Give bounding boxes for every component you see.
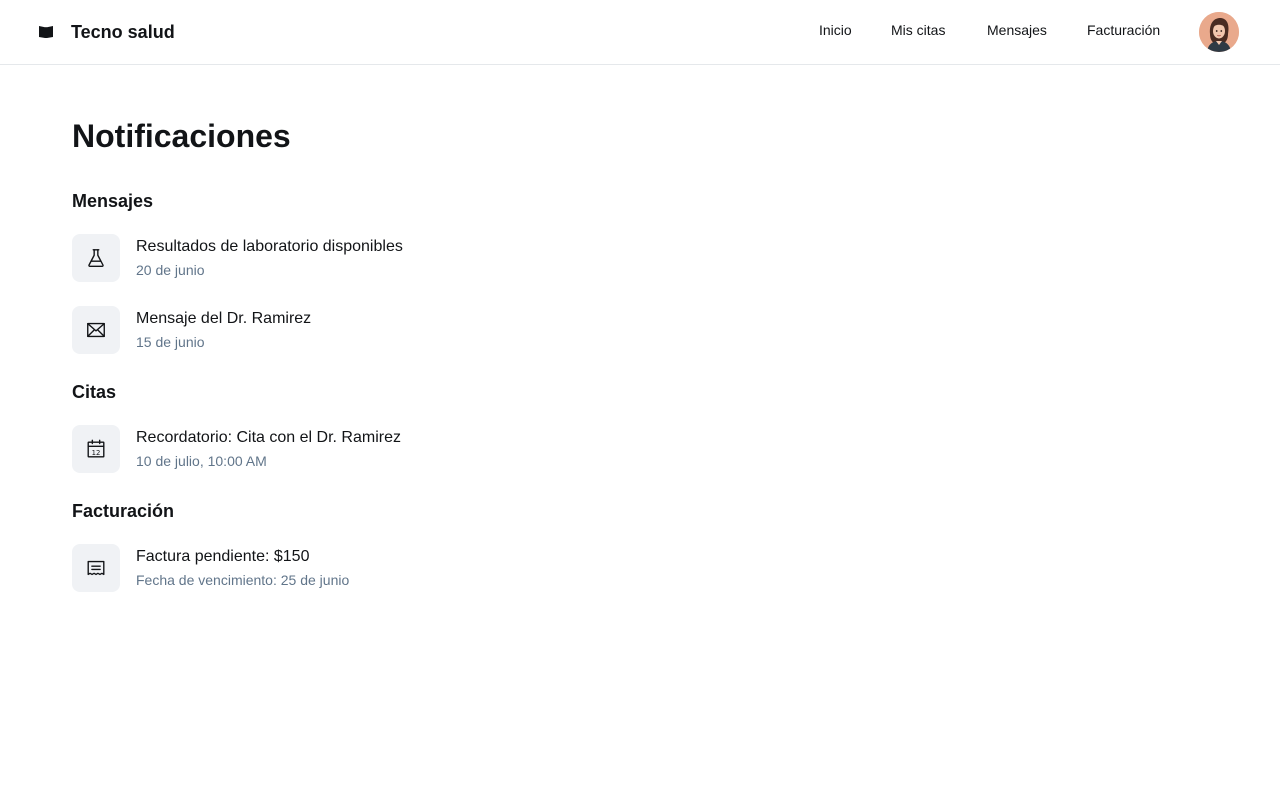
app-title: Tecno salud [71, 21, 175, 42]
notification-title: Factura pendiente: $150 [136, 548, 310, 565]
page-title: Notificaciones [72, 118, 291, 154]
notification-date: 15 de junio [136, 334, 205, 350]
notification-item-pending-invoice[interactable]: Factura pendiente: $150 Fecha de vencimi… [72, 544, 492, 592]
notification-date: 20 de junio [136, 262, 205, 278]
envelope-icon [72, 306, 120, 354]
brand[interactable]: Tecno salud [38, 20, 175, 44]
section-title-mensajes: Mensajes [72, 191, 154, 211]
calendar-icon: 12 [72, 425, 120, 473]
section-title-facturacion: Facturación [72, 501, 175, 521]
flask-icon [72, 234, 120, 282]
user-avatar[interactable] [1199, 12, 1239, 52]
top-navigation-bar: Tecno salud Inicio Mis citas Mensajes Fa… [0, 0, 1280, 65]
svg-text:12: 12 [92, 449, 101, 457]
section-title-citas: Citas [72, 382, 117, 402]
book-icon [38, 24, 54, 40]
notification-date: Fecha de vencimiento: 25 de junio [136, 572, 350, 588]
notification-item-appointment-reminder[interactable]: 12 Recordatorio: Cita con el Dr. Ramirez… [72, 425, 492, 473]
notification-date: 10 de julio, 10:00 AM [136, 453, 267, 469]
notification-title: Recordatorio: Cita con el Dr. Ramirez [136, 429, 401, 446]
notification-item-doctor-message[interactable]: Mensaje del Dr. Ramirez 15 de junio [72, 306, 492, 354]
notification-item-lab-results[interactable]: Resultados de laboratorio disponibles 20… [72, 234, 492, 282]
nav-link-mensajes[interactable]: Mensajes [987, 22, 1047, 42]
notification-title: Resultados de laboratorio disponibles [136, 238, 403, 255]
nav-link-facturacion[interactable]: Facturación [1087, 22, 1160, 42]
nav-link-inicio[interactable]: Inicio [819, 22, 852, 42]
notification-title: Mensaje del Dr. Ramirez [136, 310, 312, 327]
nav-link-mis-citas[interactable]: Mis citas [891, 22, 945, 42]
receipt-icon [72, 544, 120, 592]
